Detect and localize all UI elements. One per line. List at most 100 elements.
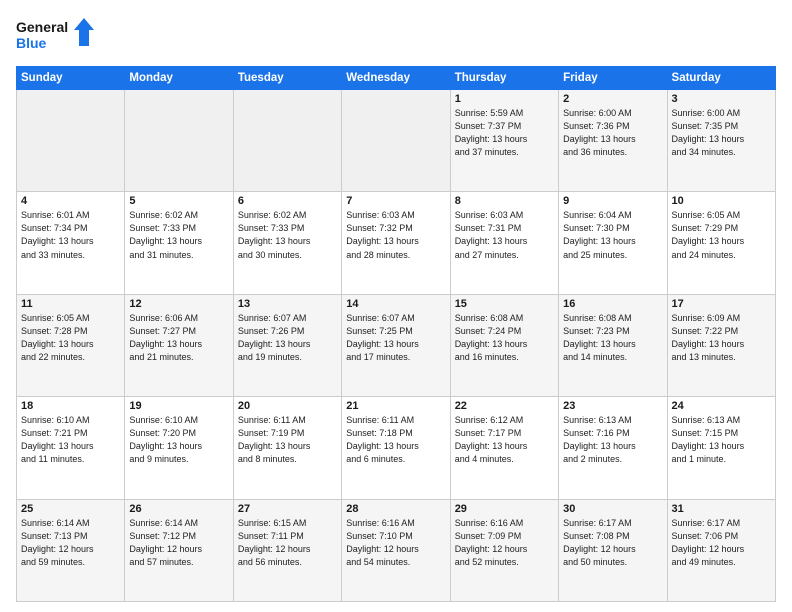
day-info: Sunrise: 6:08 AM Sunset: 7:24 PM Dayligh… <box>455 312 554 364</box>
day-info: Sunrise: 6:12 AM Sunset: 7:17 PM Dayligh… <box>455 414 554 466</box>
day-info: Sunrise: 6:07 AM Sunset: 7:26 PM Dayligh… <box>238 312 337 364</box>
day-number: 23 <box>563 400 662 412</box>
day-info: Sunrise: 6:16 AM Sunset: 7:10 PM Dayligh… <box>346 517 445 569</box>
week-row-1: 4Sunrise: 6:01 AM Sunset: 7:34 PM Daylig… <box>17 192 776 294</box>
week-row-3: 18 Sunrise: 6:10 AM Sunset: 7:21 PM Dayli… <box>17 397 776 499</box>
day-info: Sunrise: 6:14 AM Sunset: 7:13 PM Dayligh… <box>21 517 120 569</box>
weekday-header-monday: Monday <box>125 67 233 90</box>
day-info: Sunrise: 6:01 AM Sunset: 7:34 PM Dayligh… <box>21 209 120 261</box>
day-info: Sunrise: 6:16 AM Sunset: 7:09 PM Dayligh… <box>455 517 554 569</box>
svg-text:Blue: Blue <box>16 35 47 51</box>
day-info: Sunrise: 6:13 AM Sunset: 7:15 PM Dayligh… <box>672 414 771 466</box>
day-info: Sunrise: 6:11 AM Sunset: 7:18 PM Dayligh… <box>346 414 445 466</box>
day-info: Sunrise: 6:03 AM Sunset: 7:31 PM Dayligh… <box>455 209 554 261</box>
calendar-cell: 6Sunrise: 6:02 AM Sunset: 7:33 PM Daylig… <box>233 192 341 294</box>
day-number: 10 <box>672 195 771 207</box>
calendar-cell: 11Sunrise: 6:05 AM Sunset: 7:28 PM Dayli… <box>17 294 125 396</box>
day-number: 26 <box>129 503 228 515</box>
calendar-cell: 30 Sunrise: 6:17 AM Sunset: 7:08 PM Dayli… <box>559 499 667 601</box>
day-info: Sunrise: 6:08 AM Sunset: 7:23 PM Dayligh… <box>563 312 662 364</box>
page: General Blue SundayMondayTuesdayWednesda… <box>0 0 792 612</box>
day-info: Sunrise: 6:03 AM Sunset: 7:32 PM Dayligh… <box>346 209 445 261</box>
day-number: 30 <box>563 503 662 515</box>
calendar-cell: 31 Sunrise: 6:17 AM Sunset: 7:06 PM Dayli… <box>667 499 775 601</box>
calendar-cell: 20 Sunrise: 6:11 AM Sunset: 7:19 PM Dayli… <box>233 397 341 499</box>
calendar-cell: 23 Sunrise: 6:13 AM Sunset: 7:16 PM Dayli… <box>559 397 667 499</box>
day-number: 24 <box>672 400 771 412</box>
day-number: 27 <box>238 503 337 515</box>
day-number: 16 <box>563 298 662 310</box>
day-info: Sunrise: 6:17 AM Sunset: 7:08 PM Dayligh… <box>563 517 662 569</box>
calendar-cell <box>125 90 233 192</box>
calendar-cell: 3 Sunrise: 6:00 AM Sunset: 7:35 PM Daylig… <box>667 90 775 192</box>
calendar-cell: 24 Sunrise: 6:13 AM Sunset: 7:15 PM Dayli… <box>667 397 775 499</box>
day-number: 17 <box>672 298 771 310</box>
calendar-cell: 2Sunrise: 6:00 AM Sunset: 7:36 PM Daylig… <box>559 90 667 192</box>
day-number: 3 <box>672 93 771 105</box>
day-info: Sunrise: 6:17 AM Sunset: 7:06 PM Dayligh… <box>672 517 771 569</box>
day-number: 7 <box>346 195 445 207</box>
day-number: 1 <box>455 93 554 105</box>
weekday-header-saturday: Saturday <box>667 67 775 90</box>
calendar-cell: 17 Sunrise: 6:09 AM Sunset: 7:22 PM Dayli… <box>667 294 775 396</box>
calendar-cell <box>17 90 125 192</box>
weekday-header-tuesday: Tuesday <box>233 67 341 90</box>
day-number: 25 <box>21 503 120 515</box>
day-info: Sunrise: 6:00 AM Sunset: 7:36 PM Dayligh… <box>563 107 662 159</box>
day-info: Sunrise: 6:09 AM Sunset: 7:22 PM Dayligh… <box>672 312 771 364</box>
day-info: Sunrise: 6:00 AM Sunset: 7:35 PM Dayligh… <box>672 107 771 159</box>
day-info: Sunrise: 6:07 AM Sunset: 7:25 PM Dayligh… <box>346 312 445 364</box>
calendar-cell: 28 Sunrise: 6:16 AM Sunset: 7:10 PM Dayli… <box>342 499 450 601</box>
day-number: 5 <box>129 195 228 207</box>
calendar-cell: 22 Sunrise: 6:12 AM Sunset: 7:17 PM Dayli… <box>450 397 558 499</box>
day-number: 15 <box>455 298 554 310</box>
header: General Blue <box>16 16 776 58</box>
calendar-cell <box>342 90 450 192</box>
calendar-cell: 12 Sunrise: 6:06 AM Sunset: 7:27 PM Dayli… <box>125 294 233 396</box>
calendar-cell: 19 Sunrise: 6:10 AM Sunset: 7:20 PM Dayli… <box>125 397 233 499</box>
calendar-cell: 5 Sunrise: 6:02 AM Sunset: 7:33 PM Daylig… <box>125 192 233 294</box>
day-info: Sunrise: 6:06 AM Sunset: 7:27 PM Dayligh… <box>129 312 228 364</box>
day-info: Sunrise: 6:05 AM Sunset: 7:29 PM Dayligh… <box>672 209 771 261</box>
calendar-cell: 26 Sunrise: 6:14 AM Sunset: 7:12 PM Dayli… <box>125 499 233 601</box>
day-number: 19 <box>129 400 228 412</box>
calendar-cell: 15 Sunrise: 6:08 AM Sunset: 7:24 PM Dayli… <box>450 294 558 396</box>
weekday-header-friday: Friday <box>559 67 667 90</box>
calendar-cell: 18 Sunrise: 6:10 AM Sunset: 7:21 PM Dayli… <box>17 397 125 499</box>
day-number: 9 <box>563 195 662 207</box>
day-number: 31 <box>672 503 771 515</box>
week-row-4: 25 Sunrise: 6:14 AM Sunset: 7:13 PM Dayli… <box>17 499 776 601</box>
day-number: 8 <box>455 195 554 207</box>
day-info: Sunrise: 5:59 AM Sunset: 7:37 PM Dayligh… <box>455 107 554 159</box>
day-info: Sunrise: 6:04 AM Sunset: 7:30 PM Dayligh… <box>563 209 662 261</box>
weekday-header-wednesday: Wednesday <box>342 67 450 90</box>
calendar-cell: 1 Sunrise: 5:59 AM Sunset: 7:37 PM Daylig… <box>450 90 558 192</box>
calendar-cell: 16 Sunrise: 6:08 AM Sunset: 7:23 PM Dayli… <box>559 294 667 396</box>
day-number: 18 <box>21 400 120 412</box>
calendar-cell: 27 Sunrise: 6:15 AM Sunset: 7:11 PM Dayli… <box>233 499 341 601</box>
day-number: 14 <box>346 298 445 310</box>
day-info: Sunrise: 6:10 AM Sunset: 7:21 PM Dayligh… <box>21 414 120 466</box>
day-info: Sunrise: 6:13 AM Sunset: 7:16 PM Dayligh… <box>563 414 662 466</box>
day-info: Sunrise: 6:02 AM Sunset: 7:33 PM Dayligh… <box>129 209 228 261</box>
day-info: Sunrise: 6:14 AM Sunset: 7:12 PM Dayligh… <box>129 517 228 569</box>
weekday-header-row: SundayMondayTuesdayWednesdayThursdayFrid… <box>17 67 776 90</box>
day-number: 20 <box>238 400 337 412</box>
calendar-cell: 7 Sunrise: 6:03 AM Sunset: 7:32 PM Daylig… <box>342 192 450 294</box>
calendar-cell: 14 Sunrise: 6:07 AM Sunset: 7:25 PM Dayli… <box>342 294 450 396</box>
day-number: 12 <box>129 298 228 310</box>
calendar-cell: 21Sunrise: 6:11 AM Sunset: 7:18 PM Dayli… <box>342 397 450 499</box>
calendar-cell: 10 Sunrise: 6:05 AM Sunset: 7:29 PM Dayli… <box>667 192 775 294</box>
day-info: Sunrise: 6:11 AM Sunset: 7:19 PM Dayligh… <box>238 414 337 466</box>
day-info: Sunrise: 6:10 AM Sunset: 7:20 PM Dayligh… <box>129 414 228 466</box>
day-info: Sunrise: 6:15 AM Sunset: 7:11 PM Dayligh… <box>238 517 337 569</box>
svg-text:General: General <box>16 19 68 35</box>
calendar-cell: 4Sunrise: 6:01 AM Sunset: 7:34 PM Daylig… <box>17 192 125 294</box>
day-info: Sunrise: 6:02 AM Sunset: 7:33 PM Dayligh… <box>238 209 337 261</box>
day-number: 28 <box>346 503 445 515</box>
calendar-table: SundayMondayTuesdayWednesdayThursdayFrid… <box>16 66 776 602</box>
day-number: 22 <box>455 400 554 412</box>
logo-svg: General Blue <box>16 16 96 58</box>
weekday-header-sunday: Sunday <box>17 67 125 90</box>
week-row-2: 11Sunrise: 6:05 AM Sunset: 7:28 PM Dayli… <box>17 294 776 396</box>
